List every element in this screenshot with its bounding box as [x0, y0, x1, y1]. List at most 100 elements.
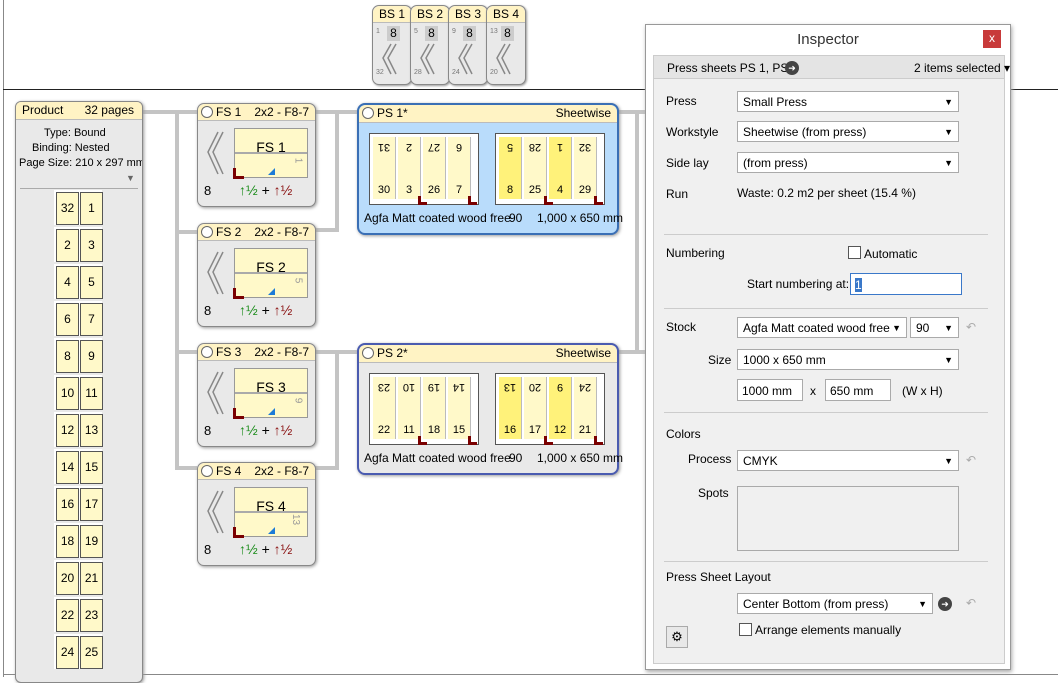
sidelay-select[interactable]: (from press) ▼ — [737, 152, 959, 173]
binding-sig-2[interactable]: BS 2 5 8 28 — [410, 5, 450, 85]
radio-icon[interactable] — [362, 347, 374, 359]
product-page-size: Page Size: 210 x 297 mm — [19, 157, 143, 169]
page-number-bottom: 3 — [405, 184, 413, 196]
layout-value: Center Bottom (from press) — [743, 597, 889, 611]
fold-sheet-1[interactable]: FS 1 2x2 - F8-7 FS 1 1 8 ↑½ + ↑½ — [197, 103, 316, 207]
arrange-manually-checkbox[interactable] — [739, 623, 752, 636]
page-thumbnail[interactable]: 23 — [80, 599, 103, 632]
close-button[interactable]: x — [983, 30, 1001, 48]
fold-sheet-2[interactable]: FS 2 2x2 - F8-7 FS 2 5 8 ↑½ + ↑½ — [197, 223, 316, 327]
page-thumbnail[interactable]: 17 — [80, 488, 103, 521]
corner-mark — [594, 196, 603, 205]
reset-icon[interactable]: ↶ — [966, 453, 976, 467]
page-thumbnail[interactable]: 2 — [56, 229, 79, 262]
fold-mark-number: 9 — [292, 397, 304, 404]
selected-count-dropdown[interactable]: 2 items selected ▾ — [914, 61, 1010, 75]
press-sheet-2[interactable]: PS 2* Sheetwise 23 22 10 11 19 18 14 15 13 16 20 17 9 1… — [357, 343, 623, 475]
width-input[interactable]: 1000 mm — [737, 379, 803, 401]
fold-sheet-4[interactable]: FS 4 2x2 - F8-7 FS 4 13 8 ↑½ + ↑½ — [197, 462, 316, 566]
binding-sig-4[interactable]: BS 4 13 8 20 — [486, 5, 526, 85]
first-page-number: 5 — [414, 28, 418, 35]
binding-sig-label: BS 4 — [487, 6, 525, 23]
page-thumbnail[interactable]: 8 — [56, 340, 79, 373]
connector — [335, 350, 339, 470]
page-thumbnail[interactable]: 4 — [56, 266, 79, 299]
spots-list[interactable] — [737, 486, 959, 551]
page-number-bottom: 25 — [528, 184, 542, 196]
page-thumbnail[interactable]: 5 — [80, 266, 103, 299]
spots-label: Spots — [698, 486, 729, 500]
product-node[interactable]: Product 32 pages Type: Bound Binding: Ne… — [15, 101, 143, 683]
page-thumbnail[interactable]: 3 — [80, 229, 103, 262]
sheet-side-back: 5 8 28 25 1 4 32 29 — [495, 133, 605, 205]
navigate-arrow-icon[interactable]: ➜ — [938, 597, 952, 611]
automatic-checkbox[interactable] — [848, 246, 861, 259]
gear-icon[interactable]: ⚙ — [666, 626, 688, 648]
page-number-bottom: 4 — [556, 184, 564, 196]
workstyle-select[interactable]: Sheetwise (from press) ▼ — [737, 121, 959, 142]
page-number-top: 10 — [402, 381, 416, 393]
fold-sheet-label: FS 1 — [256, 139, 286, 155]
page-number-top: 2 — [405, 141, 413, 153]
stock-value: Agfa Matt coated wood free — [743, 321, 890, 335]
connector — [175, 110, 179, 470]
radio-icon[interactable] — [362, 107, 374, 119]
fold-sheet-3[interactable]: FS 3 2x2 - F8-7 FS 3 9 8 ↑½ + ↑½ — [197, 343, 316, 447]
page-thumbnail[interactable]: 19 — [80, 525, 103, 558]
page-thumbnail[interactable]: 20 — [56, 562, 79, 595]
page-thumbnail[interactable]: 9 — [80, 340, 103, 373]
page-thumbnail[interactable]: 18 — [56, 525, 79, 558]
page-thumbnail[interactable]: 1 — [80, 192, 103, 225]
page-thumbnail[interactable]: 24 — [56, 636, 79, 669]
radio-icon[interactable] — [201, 106, 213, 118]
corner-mark — [594, 436, 603, 445]
page-number-top: 31 — [377, 141, 391, 153]
chevron-down-icon: ▼ — [944, 323, 953, 333]
page-number-top: 13 — [503, 381, 517, 393]
binding-sig-1[interactable]: BS 1 1 8 32 — [372, 5, 412, 85]
radio-icon[interactable] — [201, 346, 213, 358]
page-thumbnail[interactable]: 11 — [80, 377, 103, 410]
page-thumbnail[interactable]: 32 — [56, 192, 79, 225]
page-thumbnail[interactable]: 10 — [56, 377, 79, 410]
chevron-down-icon: ▼ — [944, 456, 953, 466]
page-thumbnail[interactable]: 12 — [56, 414, 79, 447]
connector — [635, 110, 639, 354]
page-thumbnail[interactable]: 7 — [80, 303, 103, 336]
page-thumbnail[interactable]: 21 — [80, 562, 103, 595]
collapse-triangle-icon[interactable]: ▼ — [126, 173, 135, 183]
run-label: Run — [666, 187, 689, 201]
height-input[interactable]: 650 mm — [825, 379, 891, 401]
press-sheet-1[interactable]: PS 1* Sheetwise 31 30 2 3 27 26 6 7 5 8 28 25 1 4 32 29 Ag… — [357, 103, 623, 235]
layout-select[interactable]: Center Bottom (from press) ▼ — [737, 593, 933, 614]
page-thumbnail[interactable]: 22 — [56, 599, 79, 632]
start-numbering-input[interactable]: 1 — [850, 273, 962, 295]
press-select[interactable]: Small Press ▼ — [737, 91, 959, 112]
page-thumbnail[interactable]: 25 — [80, 636, 103, 669]
sidelay-label: Side lay — [666, 156, 709, 170]
weight-select[interactable]: 90 ▼ — [910, 317, 959, 338]
navigate-arrow-icon[interactable]: ➜ — [785, 61, 799, 75]
stock-select[interactable]: Agfa Matt coated wood free ▼ — [737, 317, 907, 338]
page-number-top: 14 — [452, 381, 466, 393]
page-thumbnail[interactable]: 6 — [56, 303, 79, 336]
blue-corner-mark — [268, 527, 275, 534]
corner-mark — [233, 288, 244, 299]
radio-icon[interactable] — [201, 226, 213, 238]
page-thumbnail[interactable]: 13 — [80, 414, 103, 447]
corner-mark — [468, 196, 477, 205]
radio-icon[interactable] — [201, 465, 213, 477]
page-thumbnail[interactable]: 16 — [56, 488, 79, 521]
page-thumbnail[interactable]: 14 — [56, 451, 79, 484]
reset-icon[interactable]: ↶ — [966, 596, 976, 610]
page-stack-icon — [496, 43, 511, 75]
size-select[interactable]: 1000 x 650 mm ▼ — [737, 349, 959, 370]
reset-icon[interactable]: ↶ — [966, 320, 976, 334]
binding-sig-label: BS 2 — [411, 6, 449, 23]
page-thumbnail[interactable]: 15 — [80, 451, 103, 484]
dimension-hint: (W x H) — [902, 384, 943, 398]
page-number-bottom: 18 — [427, 424, 441, 436]
fold-mark-number: 1 — [292, 157, 304, 164]
binding-sig-3[interactable]: BS 3 9 8 24 — [448, 5, 488, 85]
process-select[interactable]: CMYK ▼ — [737, 450, 959, 471]
